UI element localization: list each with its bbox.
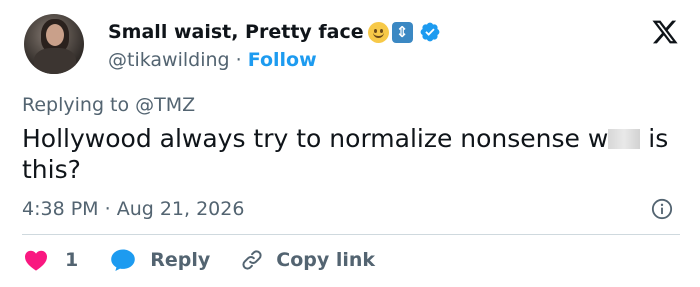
author-handle[interactable]: @tikawilding <box>108 49 230 71</box>
tweet-text: Hollywood always try to normalize nonsen… <box>22 123 682 185</box>
copy-link-button[interactable]: Copy link <box>240 248 375 272</box>
smiley-emoji-icon <box>367 21 389 43</box>
reply-label[interactable]: Reply <box>150 249 210 271</box>
like-count: 1 <box>65 249 79 271</box>
action-bar: 1 Reply Copy link <box>24 246 375 274</box>
tweet-time[interactable]: 4:38 PM <box>22 198 99 220</box>
avatar-face <box>46 24 64 46</box>
info-icon[interactable] <box>651 198 673 220</box>
avatar[interactable] <box>24 14 84 74</box>
tweet-date[interactable]: Aug 21, 2026 <box>117 198 245 220</box>
heart-icon[interactable] <box>24 249 48 271</box>
follow-button[interactable]: Follow <box>248 49 317 71</box>
timestamp-separator: · <box>104 198 111 220</box>
author-name-row[interactable]: Small waist, Pretty face ⇕ <box>108 20 441 44</box>
replying-to: Replying to @TMZ <box>22 93 195 117</box>
avatar-body <box>34 48 76 74</box>
verified-badge-icon[interactable] <box>419 21 441 43</box>
copy-link-label[interactable]: Copy link <box>276 249 375 271</box>
like-button[interactable]: 1 <box>24 249 78 271</box>
reply-button[interactable]: Reply <box>110 248 210 272</box>
author-handle-row: @tikawilding · Follow <box>108 48 317 72</box>
divider <box>22 234 680 235</box>
replying-mention-link[interactable]: @TMZ <box>135 94 195 116</box>
link-icon[interactable] <box>240 248 264 272</box>
reply-bubble-icon[interactable] <box>110 248 136 272</box>
handle-separator: · <box>235 49 242 71</box>
x-logo-icon[interactable] <box>650 18 680 46</box>
author-display-name[interactable]: Small waist, Pretty face <box>108 20 364 44</box>
tweet-text-start: Hollywood always try to normalize nonsen… <box>22 124 609 153</box>
tweet-timestamp[interactable]: 4:38 PM · Aug 21, 2026 <box>22 197 244 221</box>
redacted-word-blur <box>608 129 641 149</box>
replying-prefix: Replying to <box>22 94 130 116</box>
tweet-header: Small waist, Pretty face ⇕ @tikawilding … <box>20 12 680 80</box>
up-down-arrow-emoji-icon: ⇕ <box>391 21 413 43</box>
